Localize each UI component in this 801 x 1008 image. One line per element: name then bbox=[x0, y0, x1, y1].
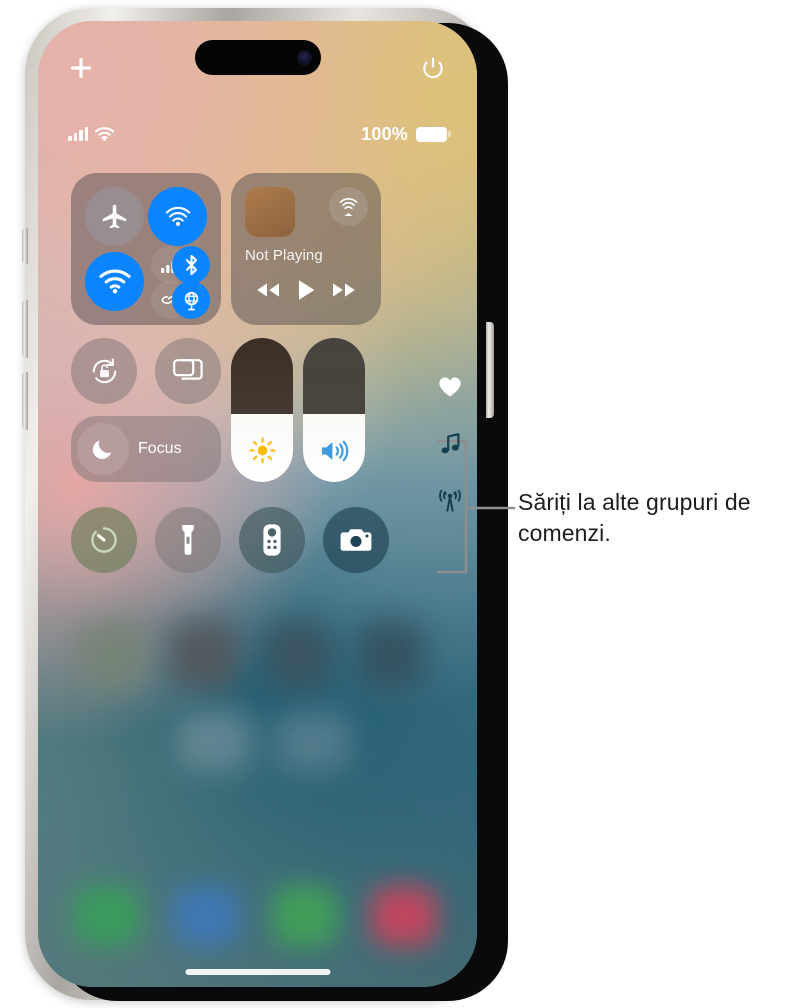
side-power-button[interactable] bbox=[486, 322, 494, 418]
wifi-toggle[interactable] bbox=[85, 252, 144, 311]
heart-icon bbox=[439, 377, 461, 397]
camera-button[interactable] bbox=[323, 507, 389, 573]
airdrop-icon bbox=[165, 206, 190, 226]
airplay-audio-button[interactable] bbox=[329, 187, 368, 226]
play-button[interactable] bbox=[295, 278, 317, 302]
callout-text: Săriți la alte grupuri de comenzi. bbox=[518, 489, 751, 546]
battery-percent-label: 100% bbox=[361, 123, 408, 144]
rotation-lock-icon bbox=[92, 357, 116, 383]
bluetooth-toggle[interactable] bbox=[172, 246, 210, 284]
action-button[interactable] bbox=[22, 228, 28, 264]
status-bar: 100% bbox=[38, 121, 477, 147]
status-bar-right: 100% bbox=[361, 124, 447, 145]
brightness-slider-fill bbox=[231, 414, 293, 482]
brightness-sun-icon bbox=[249, 437, 275, 464]
media-transport-controls bbox=[231, 278, 381, 302]
focus-label: Focus bbox=[138, 440, 182, 457]
volume-slider-fill bbox=[303, 414, 365, 482]
home-indicator[interactable] bbox=[185, 969, 330, 975]
screenshot-stage: 100% Not Playing Focus Săriți la alte gr… bbox=[0, 0, 801, 1008]
apple-tv-remote-button[interactable] bbox=[239, 507, 305, 573]
media-title-label: Not Playing bbox=[245, 247, 323, 264]
rail-media-group-button[interactable] bbox=[440, 432, 461, 456]
screen-mirroring-icon bbox=[173, 359, 203, 380]
connectivity-waves-icon bbox=[439, 490, 461, 512]
bluetooth-icon bbox=[185, 254, 197, 276]
timer-icon bbox=[91, 527, 117, 553]
volume-slider[interactable] bbox=[303, 338, 365, 482]
satellite-vpn-toggle[interactable] bbox=[172, 281, 210, 319]
volume-down-button[interactable] bbox=[22, 372, 28, 430]
airplay-audio-icon bbox=[339, 198, 358, 216]
music-note-icon bbox=[441, 433, 459, 454]
moon-icon bbox=[92, 440, 112, 459]
volume-speaker-icon bbox=[322, 440, 349, 462]
power-button[interactable] bbox=[417, 52, 449, 84]
brightness-slider[interactable] bbox=[231, 338, 293, 482]
battery-full-icon bbox=[416, 126, 447, 142]
wifi-icon bbox=[98, 269, 131, 294]
fast-forward-button[interactable] bbox=[330, 280, 358, 300]
rotation-lock-toggle[interactable] bbox=[71, 338, 137, 404]
camera-icon bbox=[340, 529, 372, 551]
rewind-icon bbox=[256, 283, 279, 297]
play-icon bbox=[298, 280, 315, 300]
front-camera-icon bbox=[296, 50, 312, 65]
add-control-button[interactable] bbox=[64, 51, 98, 85]
rail-home-group-button[interactable] bbox=[438, 376, 462, 398]
volume-up-button[interactable] bbox=[22, 300, 28, 358]
status-bar-left bbox=[68, 127, 114, 141]
connectivity-module bbox=[71, 173, 221, 325]
flashlight-icon bbox=[182, 525, 194, 555]
media-playback-module: Not Playing bbox=[231, 173, 381, 325]
rail-connectivity-group-button[interactable] bbox=[437, 490, 463, 514]
plus-icon bbox=[71, 58, 91, 78]
album-artwork-placeholder bbox=[245, 187, 295, 237]
flashlight-button[interactable] bbox=[155, 507, 221, 573]
globe-satellite-icon bbox=[184, 291, 198, 310]
cellular-signal-icon bbox=[68, 127, 88, 141]
wifi-icon bbox=[95, 127, 114, 141]
focus-icon-circle bbox=[77, 423, 129, 475]
timer-button[interactable] bbox=[71, 507, 137, 573]
phone-screen: 100% Not Playing Focus bbox=[38, 21, 477, 987]
fast-forward-icon bbox=[333, 283, 356, 297]
power-icon bbox=[423, 57, 443, 79]
tv-remote-icon bbox=[263, 524, 281, 556]
control-center: Not Playing Focus bbox=[38, 21, 477, 987]
dynamic-island bbox=[194, 40, 321, 75]
airplane-mode-toggle[interactable] bbox=[85, 187, 144, 246]
rewind-button[interactable] bbox=[254, 280, 282, 300]
screen-mirroring-button[interactable] bbox=[155, 338, 221, 404]
airdrop-toggle[interactable] bbox=[148, 187, 207, 246]
focus-button[interactable]: Focus bbox=[71, 416, 221, 482]
airplane-icon bbox=[102, 204, 126, 228]
control-group-page-rail bbox=[435, 376, 465, 514]
